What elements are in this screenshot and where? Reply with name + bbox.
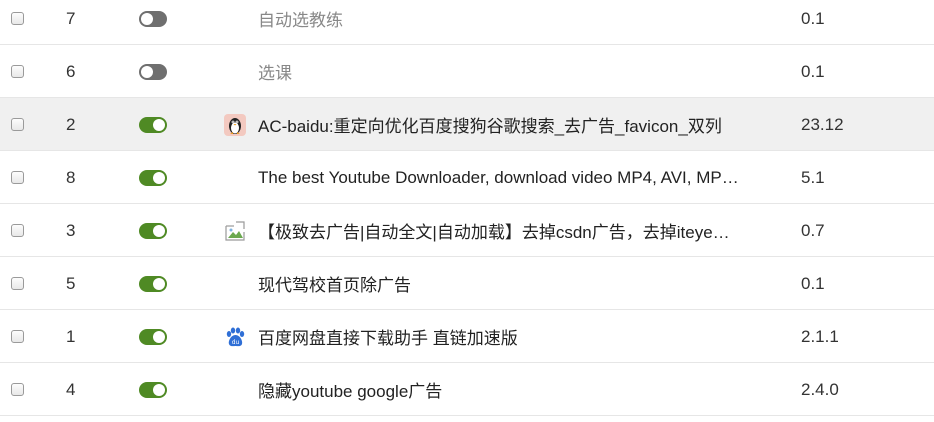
table-row[interactable]: 2 AC-baidu:重定向优化百度搜狗谷歌搜索_去广告_favicon_双列 (0, 98, 934, 151)
script-version: 23.12 (801, 114, 844, 134)
toggle-knob (153, 171, 165, 184)
script-name[interactable]: 自动选教练 (258, 6, 343, 31)
script-name[interactable]: 【极致去广告|自动全文|自动加载】去掉csdn广告，去掉iteye… (258, 218, 730, 243)
enable-toggle[interactable] (139, 275, 167, 292)
toggle-knob (153, 277, 165, 290)
script-version: 2.4.0 (801, 379, 839, 399)
script-name[interactable]: AC-baidu:重定向优化百度搜狗谷歌搜索_去广告_favicon_双列 (258, 112, 722, 137)
table-row[interactable]: 8 The best Youtube Downloader, download … (0, 151, 934, 204)
enable-toggle[interactable] (139, 222, 167, 239)
enable-toggle[interactable] (139, 10, 167, 27)
toggle-knob (153, 224, 165, 237)
row-checkbox[interactable] (11, 330, 24, 343)
script-list-table: 7 自动选教练 0.1 6 选课 0.1 2 AC-baidu:重定向优化百度搜… (0, 0, 934, 416)
row-checkbox[interactable] (11, 383, 24, 396)
table-row[interactable]: 3 【极致去广告|自动全文|自动加载】去掉csdn广告，去掉iteye… 0.7 (0, 204, 934, 257)
script-version: 5.1 (801, 167, 825, 187)
script-order: 1 (66, 326, 76, 346)
toggle-knob (153, 383, 165, 396)
script-name[interactable]: 现代驾校首页除广告 (258, 271, 411, 296)
enable-toggle[interactable] (139, 116, 167, 133)
enable-toggle[interactable] (139, 328, 167, 345)
script-order: 7 (66, 8, 76, 28)
script-version: 2.1.1 (801, 326, 839, 346)
script-version: 0.1 (801, 8, 825, 28)
row-checkbox[interactable] (11, 65, 24, 78)
script-order: 2 (66, 114, 76, 134)
script-name[interactable]: 隐藏youtube google广告 (258, 377, 442, 402)
enable-toggle[interactable] (139, 63, 167, 80)
table-row[interactable]: 4 隐藏youtube google广告 2.4.0 (0, 363, 934, 416)
row-checkbox[interactable] (11, 277, 24, 290)
toggle-knob (141, 65, 153, 78)
enable-toggle[interactable] (139, 381, 167, 398)
table-row[interactable]: 6 选课 0.1 (0, 45, 934, 98)
script-order: 8 (66, 167, 76, 187)
toggle-knob (153, 330, 165, 343)
script-version: 0.1 (801, 61, 825, 81)
enable-toggle[interactable] (139, 169, 167, 186)
penguin-icon (224, 113, 246, 136)
toggle-knob (141, 12, 153, 25)
script-order: 4 (66, 379, 76, 399)
script-name[interactable]: The best Youtube Downloader, download vi… (258, 168, 739, 188)
table-row[interactable]: 5 现代驾校首页除广告 0.1 (0, 257, 934, 310)
svg-text:du: du (232, 339, 240, 346)
row-checkbox[interactable] (11, 224, 24, 237)
script-version: 0.1 (801, 273, 825, 293)
table-row[interactable]: 1 du 百度网盘直接下载助手 直链加速版 2.1.1 (0, 310, 934, 363)
table-row[interactable]: 7 自动选教练 0.1 (0, 0, 934, 45)
row-checkbox[interactable] (11, 12, 24, 25)
row-checkbox[interactable] (11, 171, 24, 184)
script-version: 0.7 (801, 220, 825, 240)
broken-image-icon (224, 220, 246, 242)
baidu-paw-icon: du (224, 326, 246, 348)
script-order: 6 (66, 61, 76, 81)
row-checkbox[interactable] (11, 118, 24, 131)
script-name[interactable]: 选课 (258, 59, 292, 84)
toggle-knob (153, 118, 165, 131)
script-name[interactable]: 百度网盘直接下载助手 直链加速版 (258, 324, 518, 349)
script-order: 3 (66, 220, 76, 240)
script-order: 5 (66, 273, 76, 293)
